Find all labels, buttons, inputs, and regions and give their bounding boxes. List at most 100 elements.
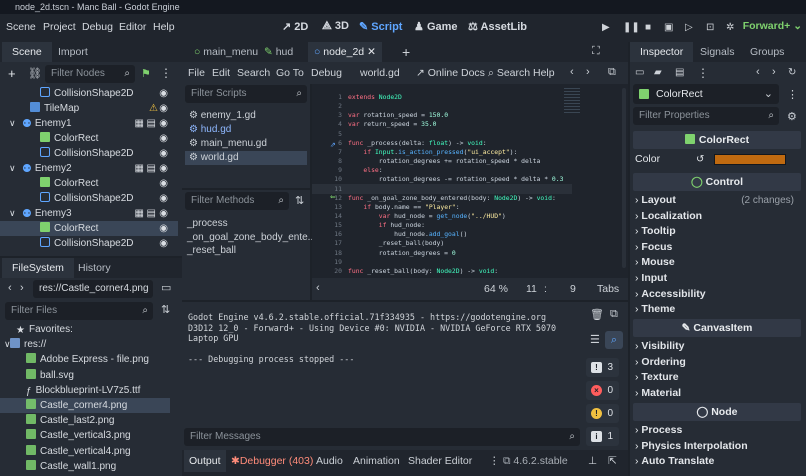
inspected-object-select[interactable]: ColorRect ⌄ [633,84,779,104]
script-menu-debug[interactable]: Debug [311,67,342,79]
error-count-badge[interactable]: × 0 [586,381,619,400]
script-menu-goto[interactable]: Go To [276,67,304,79]
play-icon[interactable]: ▶ [602,22,610,33]
visibility-eye-icon[interactable]: ◉ [159,116,168,131]
editor-tab-node_2d[interactable]: ○ node_2d ✕ [308,42,382,62]
filesystem-row[interactable]: ★ Favorites: [0,322,170,337]
add-node-icon[interactable]: + [8,66,16,81]
method-list-item[interactable]: _process [187,217,228,231]
renderer-select[interactable]: Forward+ ⌄ [743,20,802,32]
tab-history[interactable]: History [68,258,121,278]
visibility-eye-icon[interactable]: ◉ [159,221,168,236]
tab-inspector[interactable]: Inspector [630,42,694,62]
scene-tree-row[interactable]: CollisionShape2D ◉ [0,236,178,251]
tab-signals[interactable]: Signals [690,42,744,62]
visibility-eye-icon[interactable]: ◉ [159,176,168,191]
filesystem-row[interactable]: Adobe Express - file.png [0,352,170,367]
scene-tree-row[interactable]: ColorRect ◉ [0,176,178,191]
script-list-item[interactable]: ⚙ world.gd [185,151,307,165]
info-count-badge[interactable]: i1 [586,427,619,446]
script-icon[interactable]: ▤ [147,251,156,252]
method-list-item[interactable]: _on_goal_zone_body_ente... [187,231,316,245]
attach-script-icon[interactable]: ⚑ [141,67,151,80]
movie-maker-icon[interactable]: ✲ [726,22,734,33]
inspector-section-auto-translate[interactable]: › Auto Translate [630,454,804,470]
inspector-section-tooltip[interactable]: › Tooltip [630,224,804,240]
filesystem-row[interactable]: Castle_corner4.png [0,398,170,413]
visibility-eye-icon[interactable]: ◉ [159,86,168,101]
tab-scene[interactable]: Scene [2,42,52,62]
inspector-section-localization[interactable]: › Localization [630,209,804,225]
split-view-icon[interactable]: ▭ [161,281,171,294]
sort-icon[interactable]: ⇅ [161,303,170,316]
play-custom-icon[interactable]: ⊡ [706,22,714,33]
script-menu-edit[interactable]: Edit [212,67,230,79]
sort-methods-icon[interactable]: ⇅ [295,194,304,207]
stop-icon[interactable]: ■ [645,22,651,33]
inspector-section-texture[interactable]: › Texture [630,370,804,386]
filesystem-row[interactable]: ∨ res:// [0,337,170,352]
visibility-eye-icon[interactable]: ◉ [159,191,168,206]
toggle-scripts-panel-icon[interactable]: ‹ [316,282,320,294]
method-list[interactable]: _process _on_goal_zone_body_ente... _reset… [187,217,316,297]
code-lines[interactable]: 1 extends Node2D 2 3 var rotation_speed = 15… [312,92,582,276]
group-icon[interactable]: ▦ [135,116,144,131]
colorrect-section-header[interactable]: ColorRect [633,131,801,149]
expand-toggle-icon[interactable]: ∨ [4,337,11,352]
scene-tree-row[interactable]: ∨ ⚉ Enemy2 ▤ ▦ ◉ [0,161,178,176]
pause-icon[interactable]: ❚❚ [623,22,640,33]
link-icon[interactable]: ⛓ [28,67,42,80]
warning-count-badge[interactable]: ! 0 [586,404,619,423]
scene-tree-row[interactable]: ColorRect ◉ [0,131,178,146]
history-icon[interactable]: ↻ [788,67,796,78]
scene-tree-row[interactable]: ColorRect ◉ [0,221,178,236]
open-resource-icon[interactable]: ▰ [654,67,662,78]
copy-output-icon[interactable]: ⧉ [610,308,618,321]
play-scene-icon[interactable]: ▷ [685,22,693,33]
script-menu-search[interactable]: Search [237,67,270,79]
search-help-button[interactable]: ⌕ Search Help [488,67,555,80]
bottom-tab-animation[interactable]: Animation [348,450,405,472]
online-docs-button[interactable]: ↗ Online Docs [416,67,485,79]
history-back-icon[interactable]: ‹ [756,66,760,78]
pin-panel-icon[interactable]: ⊥ [583,450,602,472]
filter-messages-input[interactable]: Filter Messages ⌕ [184,428,580,446]
inspector-section-material[interactable]: › Material [630,386,804,402]
object-menu-icon[interactable]: ⋮ [787,88,798,101]
expand-toggle-icon[interactable]: ∨ [9,251,16,252]
filesystem-row[interactable]: Castle_vertical4.png [0,444,170,459]
prev-script-icon[interactable]: ‹ [570,66,574,78]
filesystem-row[interactable]: Castle_vertical3.png [0,428,170,443]
script-list-item[interactable]: ⚙ main_menu.gd [185,137,307,151]
remote-debug-icon[interactable]: ▣ [664,22,673,33]
close-icon[interactable]: ✕ [364,46,376,58]
add-tab-icon[interactable]: + [402,44,410,60]
minimap[interactable] [564,88,580,114]
filesystem-row[interactable]: Castle_wall1.png [0,459,170,472]
visibility-eye-icon[interactable]: ◉ [159,131,168,146]
script-icon[interactable]: ▤ [147,206,156,221]
tab-import[interactable]: Import [48,42,98,62]
menu-project[interactable]: Project [43,21,76,33]
mode-3d-button[interactable]: ⟁ 3D [322,20,349,33]
filter-toggle-icon[interactable]: ⌕ [605,331,623,349]
menu-help[interactable]: Help [153,21,175,33]
script-icon[interactable]: ▤ [147,161,156,176]
script-list-item[interactable]: ⚙ enemy_1.gd [185,109,307,123]
window-float-icon[interactable]: ⧉ [608,66,616,79]
filesystem-row[interactable]: Castle_last2.png [0,413,170,428]
editor-tab-main_menu[interactable]: ○ main_menu [188,42,264,62]
inspector-section-visibility[interactable]: › Visibility [630,339,804,355]
filter-files-input[interactable]: Filter Files ⌕ [5,302,153,320]
zoom-level[interactable]: 64 % [484,283,508,295]
scene-tree-row[interactable]: CollisionShape2D ◉ [0,86,178,101]
group-icon[interactable]: ▦ [135,161,144,176]
distraction-free-icon[interactable]: ⛶ [592,45,600,58]
message-count-badge[interactable]: ! 3 [586,358,619,377]
scene-tree-row[interactable]: CollisionShape2D ◉ [0,191,178,206]
mode-script-button[interactable]: ✎ Script [359,20,402,33]
visibility-eye-icon[interactable]: ◉ [159,251,168,252]
color-swatch[interactable] [714,154,786,165]
warning-icon[interactable]: ⚠ [149,101,158,116]
canvasitem-section-header[interactable]: ✎ CanvasItem [633,319,801,337]
